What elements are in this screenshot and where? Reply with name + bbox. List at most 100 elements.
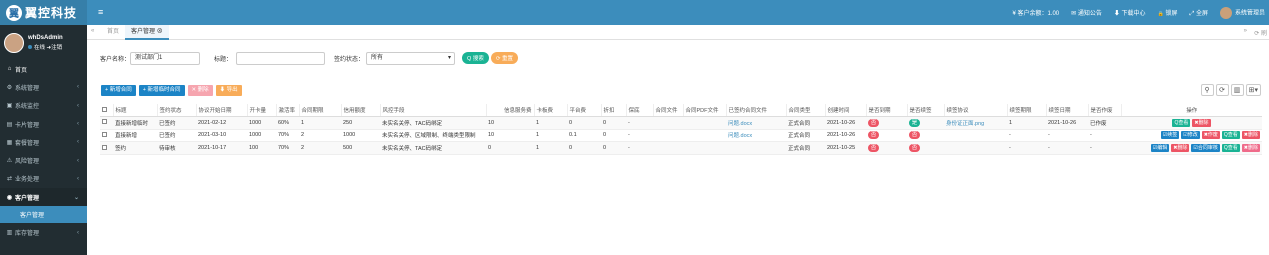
chevron-left-icon: ‹ xyxy=(77,175,79,182)
column-header[interactable]: 标题 xyxy=(112,104,157,118)
table-toolbar: + 新增合同 + 新增临时合同 ✕ 删除 ⬇ 导出 xyxy=(101,85,242,96)
notice-link[interactable]: ✉ 通知公告 xyxy=(1071,8,1102,17)
balance-item[interactable]: ¥ 客户余额：1.00 xyxy=(1012,8,1059,17)
sidebar-subitem-customer-management[interactable]: 客户管理 xyxy=(0,206,87,224)
action-button[interactable]: Q查看 xyxy=(1221,144,1240,153)
column-header[interactable]: 信用额度 xyxy=(340,104,380,118)
sidebar-item-home[interactable]: ⌂ 首页 xyxy=(0,60,87,78)
cell-rate: 70% xyxy=(276,141,299,155)
app-logo[interactable]: 翼 翼控科技 xyxy=(0,0,87,25)
gear-icon: ⚙ xyxy=(6,84,13,91)
column-header[interactable]: 信息服务费 xyxy=(485,104,534,118)
column-header[interactable]: 续签协议 xyxy=(943,104,1007,118)
search-icon[interactable]: ⚲ xyxy=(1200,84,1214,96)
action-button[interactable]: ☑修改 xyxy=(1181,131,1200,140)
add-temp-contract-button[interactable]: + 新增临时合同 xyxy=(138,85,185,96)
table-row[interactable]: 签约 待审核 2021-10-17 100 70% 2 500 未实名关停、TAC码绑定 0 1 0… xyxy=(100,141,1262,155)
column-header[interactable]: 卡板费 xyxy=(533,104,567,118)
cell-floor: - xyxy=(626,116,653,130)
column-header[interactable]: 开卡量 xyxy=(246,104,276,118)
sidebar-item-risk[interactable]: ⚠ 风险管理 ‹ xyxy=(0,151,87,169)
fullscreen-link[interactable]: ⤢ 全屏 xyxy=(1189,8,1208,18)
export-button[interactable]: ⬇ 导出 xyxy=(215,85,242,96)
action-button[interactable]: ✖删除 xyxy=(1171,144,1190,153)
action-button[interactable]: ✖删除 xyxy=(1241,131,1260,140)
column-header[interactable]: 风控手段 xyxy=(379,104,486,118)
title-input[interactable] xyxy=(236,51,326,65)
cell-risk: 未实名关停、区域限制、终端类型限制 xyxy=(380,129,486,143)
column-header[interactable]: 合同文件 xyxy=(652,104,683,118)
file-link[interactable]: 问题.docx xyxy=(728,133,752,139)
column-header[interactable]: 是否作废 xyxy=(1087,104,1121,118)
column-header[interactable]: 续签日期 xyxy=(1045,104,1088,118)
admin-menu[interactable]: 系统管理员 xyxy=(1219,6,1265,19)
tab-home[interactable]: 首页 xyxy=(101,25,125,40)
cell-renew-doc xyxy=(944,129,1007,143)
column-header[interactable]: 合同期限 xyxy=(298,104,341,118)
customer-name-input[interactable]: 测试部门1 xyxy=(130,51,201,65)
select-all-checkbox[interactable] xyxy=(100,104,113,118)
table-row[interactable]: 直接新增 已签约 2021-03-10 1000 70% 2 1000 未实名关停、区域限制、… xyxy=(100,129,1262,143)
column-header[interactable]: 已签约合同文件 xyxy=(725,104,786,118)
grid-view-icon[interactable]: ⊞▾ xyxy=(1245,84,1261,96)
sidebar-item-customers[interactable]: ◉ 客户管理 ⌄ xyxy=(0,188,87,207)
file-link[interactable]: 问题.docx xyxy=(728,121,752,127)
table-row[interactable]: 直接新增临时 已签约 2021-02-12 1000 60% 1 250 未实名关停、TAC码… xyxy=(100,116,1262,130)
action-button[interactable]: Q查看 xyxy=(1221,131,1240,140)
action-button[interactable]: ☑合同审核 xyxy=(1191,144,1220,153)
sidebar: whDsAdmin 在线 ➜注销 ⌂ 首页 ⚙ 系统管理 ‹ ▣ 系统监控 ‹ ▤ 卡片管理… xyxy=(0,25,87,255)
add-contract-button[interactable]: + 新增合同 xyxy=(101,85,136,96)
cell-renew: 否 xyxy=(907,129,944,143)
column-header[interactable]: 是否续签 xyxy=(906,104,944,118)
row-checkbox[interactable] xyxy=(100,116,113,130)
lock-screen-link[interactable]: 🔒 锁屏 xyxy=(1158,8,1178,17)
column-header[interactable]: 保底 xyxy=(625,104,653,118)
fullscreen-icon: ⤢ xyxy=(1189,10,1195,17)
row-checkbox[interactable] xyxy=(100,129,113,143)
column-header[interactable]: 合同PDF文件 xyxy=(682,104,726,118)
cell-credit: 250 xyxy=(341,116,380,130)
action-button[interactable]: ✖删除 xyxy=(1241,144,1260,153)
sidebar-item-business[interactable]: ⇄ 业务处理 ‹ xyxy=(0,170,87,188)
column-header[interactable]: 合同类型 xyxy=(785,104,825,118)
tabs-refresh-icon[interactable]: ⟳ 刷 xyxy=(1254,28,1267,37)
column-header[interactable]: 平台费 xyxy=(566,104,601,118)
sidebar-item-monitor[interactable]: ▣ 系统监控 ‹ xyxy=(0,97,87,115)
refresh-icon[interactable]: ⟳ xyxy=(1215,84,1229,96)
sign-status-select[interactable]: 所有 ▾ xyxy=(366,51,456,65)
logout-link[interactable]: ➜注销 xyxy=(47,45,63,51)
action-button[interactable]: ✖作废 xyxy=(1201,131,1220,140)
tab-customer-management[interactable]: 客户管理 ⊗ xyxy=(125,25,169,40)
column-header[interactable]: 续签期限 xyxy=(1006,104,1046,118)
page-tabs: « 首页 客户管理 ⊗ » ⟳ 刷 xyxy=(87,25,1269,40)
reset-button[interactable]: ⟳ 重置 xyxy=(490,52,518,64)
sidebar-item-inventory[interactable]: ▥ 库存管理 ‹ xyxy=(0,223,87,241)
column-header[interactable]: 激活率 xyxy=(275,104,299,118)
tabs-next-icon[interactable]: » xyxy=(1244,28,1247,34)
tabs-prev-icon[interactable]: « xyxy=(91,28,94,34)
action-button[interactable]: ☑续签 xyxy=(1160,131,1180,140)
search-button[interactable]: Q 搜索 xyxy=(462,52,489,64)
action-button[interactable]: ✖删除 xyxy=(1192,118,1211,127)
cell-term: 1 xyxy=(299,116,341,130)
menu-toggle-icon[interactable]: ≡ xyxy=(98,7,103,17)
column-header[interactable]: 协议开始日期 xyxy=(195,104,247,118)
action-button[interactable]: Q查看 xyxy=(1172,118,1191,127)
columns-icon[interactable]: ▥ xyxy=(1230,84,1244,96)
column-header[interactable]: 折扣 xyxy=(600,104,626,118)
table-tools: ⚲ ⟳ ▥ ⊞▾ xyxy=(1200,84,1261,96)
sidebar-item-system[interactable]: ⚙ 系统管理 ‹ xyxy=(0,78,87,96)
action-button[interactable]: ☑编辑 xyxy=(1150,144,1170,153)
close-icon[interactable]: ⊗ xyxy=(157,29,163,35)
column-header[interactable]: 签约状态 xyxy=(156,104,196,118)
sidebar-item-packages[interactable]: ▦ 套餐管理 ‹ xyxy=(0,133,87,151)
sidebar-item-cards[interactable]: ▤ 卡片管理 ‹ xyxy=(0,115,87,133)
row-checkbox[interactable] xyxy=(100,141,113,155)
customer-icon: ◉ xyxy=(6,194,13,201)
download-center-link[interactable]: ⬇ 下载中心 xyxy=(1114,8,1146,17)
file-link[interactable]: 身份证正面.png xyxy=(946,121,984,127)
avatar xyxy=(1219,6,1232,19)
column-header[interactable]: 是否到期 xyxy=(865,104,907,118)
delete-button[interactable]: ✕ 删除 xyxy=(187,85,213,96)
column-header[interactable]: 创建时间 xyxy=(824,104,866,118)
